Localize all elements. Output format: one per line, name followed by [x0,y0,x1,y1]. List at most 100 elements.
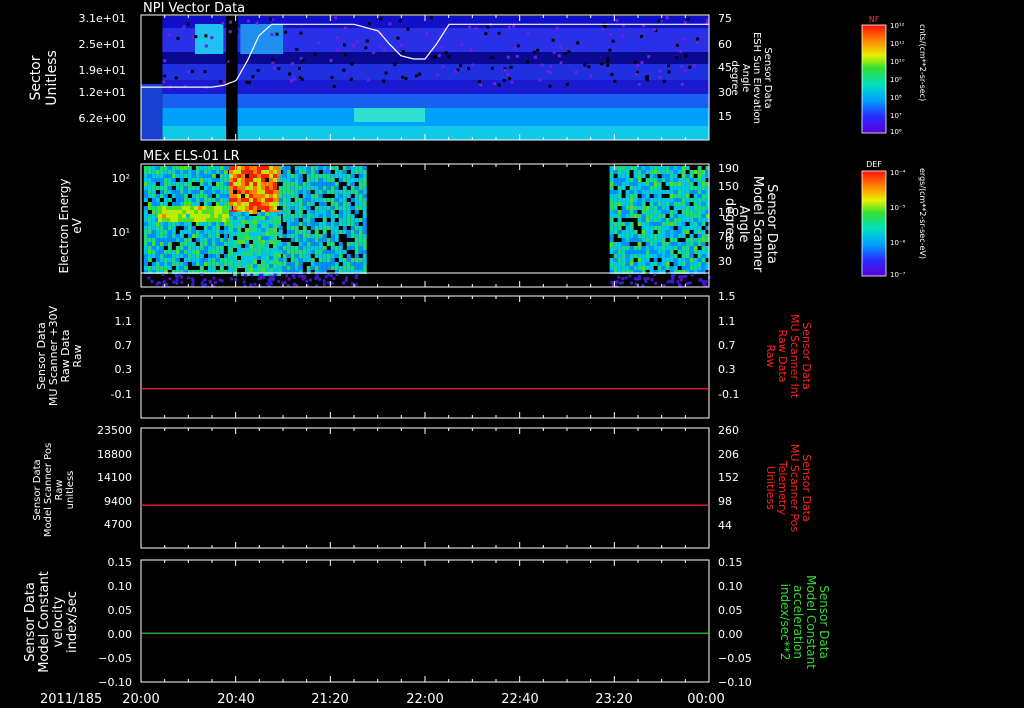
els-cell [666,280,670,284]
els-cell [302,198,307,202]
npi-cell [372,50,376,54]
els-cell [249,182,254,186]
els-cell [265,252,270,256]
els-cell [207,242,212,246]
els-cell [159,234,164,238]
els-cell [653,250,658,254]
els-cell [621,222,626,226]
els-cell [633,214,638,218]
els-rtick: 150 [718,180,739,193]
npi-cell [459,63,463,67]
els-cell [326,210,331,214]
npi-cell [454,70,458,74]
els-cell [649,242,654,246]
els-cell [609,210,614,214]
els-cell [665,218,670,222]
els-cell [665,242,670,246]
els-cell [334,222,339,226]
els-cell [245,220,250,224]
els-cell [701,280,705,284]
els-cell [233,252,238,256]
svg-text:index/sec: index/sec [65,591,80,653]
els-cell [329,274,333,278]
els-cell [261,240,266,244]
npi-rtick: 15 [718,110,732,123]
npi-cell [675,43,679,47]
els-cell [241,186,246,190]
els-cell [155,170,160,174]
els-cell [277,170,282,174]
els-cell [689,174,694,178]
els-cell [609,262,614,266]
els-cell [257,248,262,252]
els-cell [346,258,351,262]
els-cell [673,238,678,242]
mu-raw-y-ticks: 1.5 1.1 0.7 0.3 -0.1 [111,290,132,401]
els-cell [338,174,343,178]
els-cell [677,218,682,222]
els-cell [649,222,654,226]
els-cell [298,198,303,202]
els-cell [143,234,148,238]
els-cell [147,186,152,190]
npi-cell [497,31,501,35]
svg-text:Sensor Data: Sensor Data [762,47,773,108]
els-cell [179,275,183,279]
els-cell [286,214,291,218]
els-cell [362,258,367,262]
npi-cell [695,41,699,45]
els-cell [693,194,698,198]
els-cell [617,202,622,206]
els-cell [167,222,172,226]
els-cell [689,266,694,270]
els-cell [159,202,164,206]
els-cell [215,246,220,250]
els-cell [310,258,315,262]
els-cell [362,230,367,234]
els-cell [322,182,327,186]
els-cell [219,202,224,206]
npi-ytick: 2.5e+01 [79,38,126,51]
els-cell [195,170,200,174]
els-cell [673,166,678,170]
els-cell [621,198,626,202]
els-cell [207,198,212,202]
npi-cell [635,72,639,76]
els-cell [322,279,326,283]
els-cell [637,198,642,202]
els-cell [625,250,630,254]
npi-cell [203,70,207,74]
els-cell [681,266,686,270]
els-cell [685,166,690,170]
els-cell [215,194,220,198]
els-cell [625,266,630,270]
npi-cell [349,77,353,81]
els-cell [362,254,367,258]
els-cell [183,250,188,254]
npi-cell [587,65,591,69]
els-cell [223,194,228,198]
els-cell [633,202,638,206]
els-cell [237,228,242,232]
els-cell [701,230,706,234]
els-cell [346,254,351,258]
els-cell [286,206,291,210]
els-cell [261,212,266,216]
els-cell [265,256,270,260]
els-cell [657,222,662,226]
els-cell [318,258,323,262]
els-cell [215,254,220,258]
els-cell [306,174,311,178]
els-cell [294,206,299,210]
els-cell [167,166,172,170]
els-cell [210,206,215,210]
els-cell [278,266,283,270]
els-cell [253,264,258,268]
els-cell [689,182,694,186]
els-cell [609,202,614,206]
els-cell [257,174,262,178]
els-cell [261,224,266,228]
els-cell [199,174,204,178]
els-cell [693,238,698,242]
els-cell [318,194,323,198]
